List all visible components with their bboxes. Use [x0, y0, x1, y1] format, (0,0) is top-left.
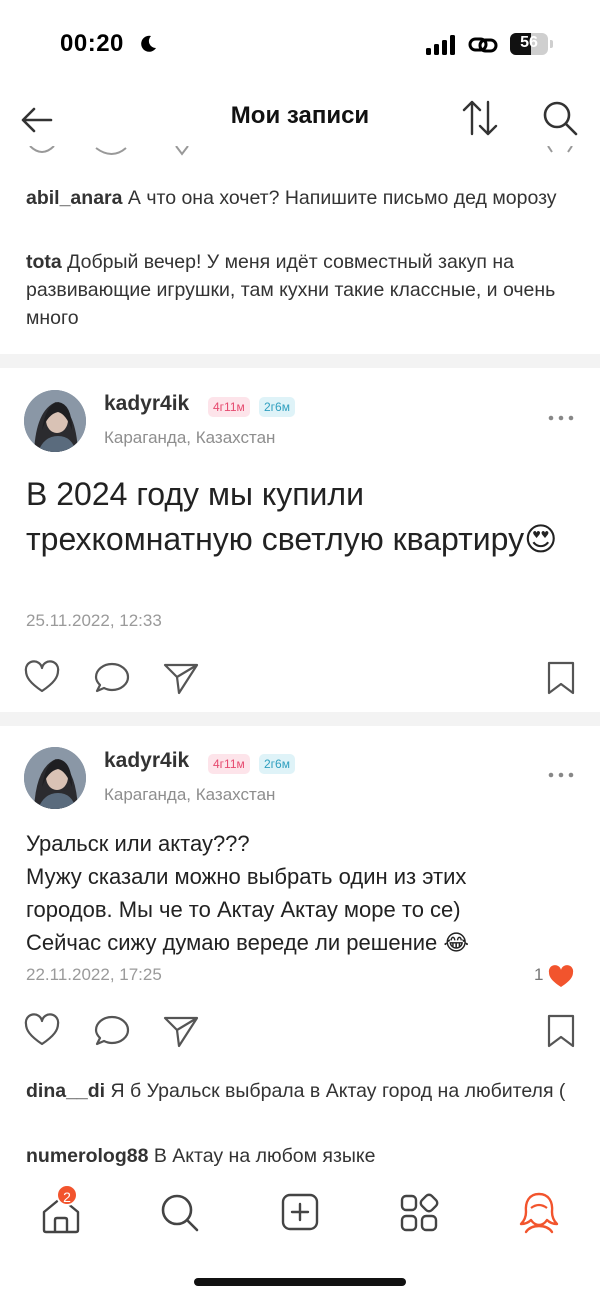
comment-author[interactable]: numerolog88	[26, 1145, 148, 1167]
tab-add-post[interactable]	[275, 1188, 325, 1238]
post-text-line: Мужу сказали можно выбрать один из этих	[26, 864, 467, 889]
post-header: kadyr4ik 4г11м 2г6м Караганда, Казахстан	[0, 390, 600, 462]
share-send-icon[interactable]	[162, 1013, 200, 1049]
child-age-tag: 2г6м	[259, 397, 295, 417]
battery-level: 56	[520, 34, 538, 51]
comment-text: В Актау на любом языке	[153, 1145, 376, 1167]
comment-text: А что она хочет? Напишите письмо дед мор…	[127, 187, 557, 209]
filled-heart-icon	[548, 965, 574, 987]
bookmark-icon[interactable]	[545, 1013, 577, 1049]
more-options-icon[interactable]	[546, 408, 576, 428]
battery-icon: 56	[510, 33, 553, 55]
comment[interactable]: dina__di Я б Уральск выбрала в Актау гор…	[26, 1077, 576, 1105]
tab-search[interactable]	[154, 1188, 204, 1238]
location: Караганда, Казахстан	[104, 428, 276, 447]
comment-bubble-icon[interactable]	[93, 660, 131, 696]
services-icon	[400, 1193, 439, 1232]
post-text: В 2024 году мы купили трехкомнатную свет…	[26, 476, 558, 557]
like-heart-icon[interactable]	[24, 1013, 60, 1049]
post-text-line: Уральск или актау???	[26, 831, 250, 856]
child-age-tag: 4г11м	[208, 754, 250, 774]
location: Караганда, Казахстан	[104, 785, 276, 804]
comment-author[interactable]: abil_anara	[26, 187, 122, 209]
comment-author[interactable]: dina__di	[26, 1080, 105, 1102]
share-send-icon[interactable]	[162, 660, 200, 696]
username[interactable]: kadyr4ik	[104, 392, 189, 416]
profile-icon	[519, 1192, 559, 1234]
add-post-icon	[281, 1193, 319, 1231]
search-icon	[161, 1194, 199, 1232]
notification-badge: 2	[56, 1184, 78, 1206]
link-icon	[468, 37, 498, 53]
post-actions	[0, 660, 600, 700]
post-date: 22.11.2022, 17:25	[26, 965, 162, 984]
more-options-icon[interactable]	[546, 765, 576, 785]
status-time: 00:20	[60, 30, 124, 57]
post-date: 25.11.2022, 12:33	[26, 611, 162, 630]
avatar[interactable]	[24, 390, 86, 452]
bookmark-icon[interactable]	[545, 660, 577, 696]
comment[interactable]: abil_anara А что она хочет? Напишите пис…	[26, 184, 576, 212]
home-indicator	[194, 1278, 406, 1286]
post-text: Уральск или актау??? Мужу сказали можно …	[26, 827, 586, 959]
comment[interactable]: tota Добрый вечер! У меня идёт совместны…	[26, 248, 576, 332]
status-bar: 00:20 56	[0, 0, 600, 90]
search-icon[interactable]	[540, 98, 580, 138]
avatar[interactable]	[24, 747, 86, 809]
moon-icon	[141, 35, 156, 52]
post-text-line: Сейчас сижу думаю вереде ли решение 😂	[26, 930, 470, 955]
comment-text: Я б Уральск выбрала в Актау город на люб…	[110, 1080, 566, 1102]
comment-author[interactable]: tota	[26, 251, 62, 273]
comment-text: Добрый вечер! У меня идёт совместный зак…	[26, 251, 556, 329]
child-age-tag: 2г6м	[259, 754, 295, 774]
likes-count: 1	[534, 965, 544, 984]
post-text-line: городов. Мы че то Актау Актау море то се…	[26, 897, 461, 922]
comment[interactable]: numerolog88 В Актау на любом языке	[26, 1142, 576, 1170]
tab-profile[interactable]	[514, 1188, 564, 1238]
post-header: kadyr4ik 4г11м 2г6м Караганда, Казахстан	[0, 747, 600, 819]
comment-bubble-icon[interactable]	[93, 1013, 131, 1049]
cellular-signal-icon	[426, 35, 455, 55]
post-actions	[0, 1013, 600, 1053]
like-heart-icon[interactable]	[24, 660, 60, 696]
tab-home[interactable]: 2	[36, 1184, 86, 1238]
tab-services[interactable]	[394, 1188, 444, 1238]
page-title: Мои записи	[230, 102, 370, 129]
sort-icon[interactable]	[460, 96, 500, 140]
child-age-tag: 4г11м	[208, 397, 250, 417]
likes-indicator[interactable]: 1	[526, 963, 576, 989]
cut-off-post-actions	[29, 146, 573, 156]
bottom-tab-bar: 2	[0, 1180, 600, 1250]
username[interactable]: kadyr4ik	[104, 749, 189, 773]
page-header: Мои записи	[0, 90, 600, 146]
divider	[0, 354, 600, 368]
divider	[0, 712, 600, 726]
